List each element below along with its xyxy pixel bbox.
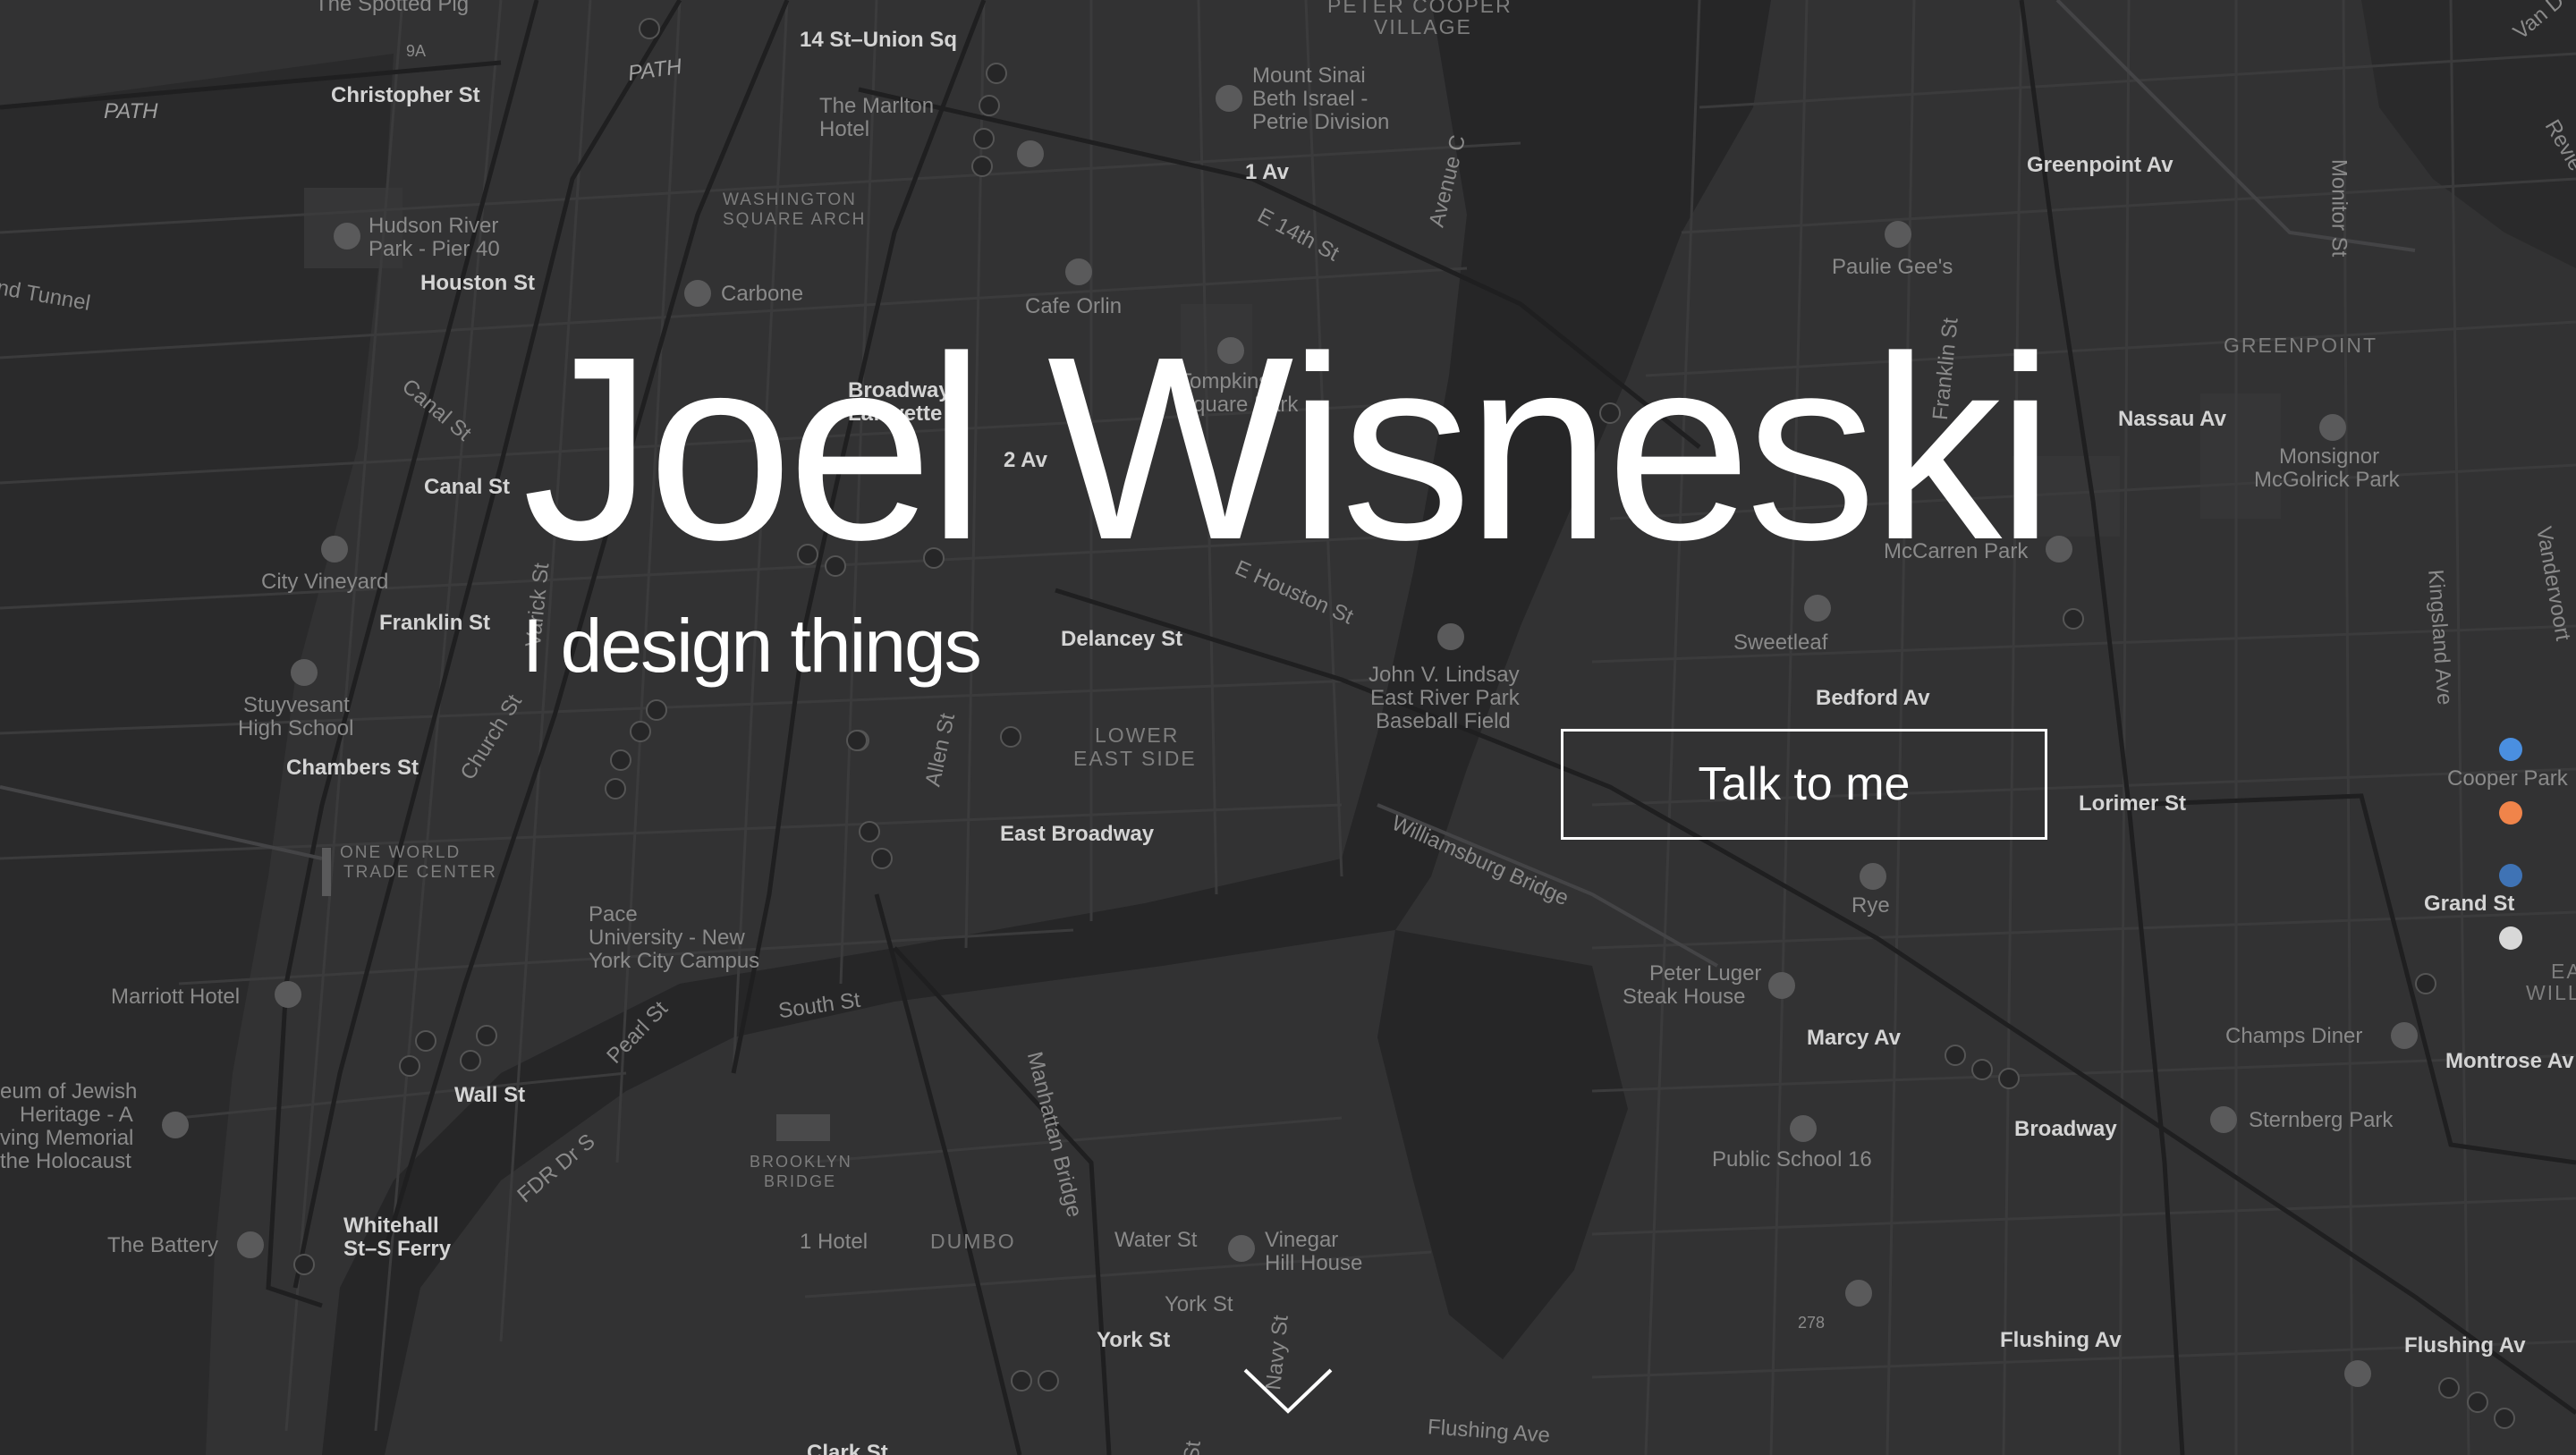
map-label: Hudson River <box>369 214 499 238</box>
map-label: York St <box>1097 1328 1171 1352</box>
section-dot-2[interactable] <box>2499 801 2522 825</box>
map-label: EA <box>2551 960 2576 983</box>
hero-title: Joel Wisneski <box>522 302 2055 594</box>
map-label: Delancey St <box>1061 627 1183 651</box>
map-label: 1 Av <box>1245 160 1289 184</box>
map-label: High School <box>238 716 354 740</box>
map-label: East Broadway <box>1000 822 1155 846</box>
map-label: TRADE CENTER <box>343 863 497 882</box>
map-label: Water St <box>1114 1228 1198 1252</box>
map-label: Marriott Hotel <box>111 985 241 1009</box>
section-dot-4[interactable] <box>2499 926 2522 950</box>
map-label: the Holocaust <box>0 1149 131 1173</box>
map-label: PATH <box>104 99 158 123</box>
map-label: Monsignor <box>2279 444 2380 469</box>
map-label: Champs Diner <box>2225 1024 2363 1048</box>
map-label: Hotel <box>819 117 870 141</box>
map-label: ving Memorial <box>0 1126 134 1150</box>
map-label: Public School 16 <box>1712 1147 1872 1172</box>
map-label: VILLAGE <box>1374 15 1472 38</box>
map-label: Nassau Av <box>2118 407 2226 431</box>
map-label: John V. Lindsay <box>1368 663 1520 687</box>
map-label: Canal St <box>424 475 511 499</box>
hero-subtitle: I design things <box>522 604 982 688</box>
map-label: LOWER <box>1095 723 1180 747</box>
map-label: Petrie Division <box>1252 110 1390 134</box>
map-label: East River Park <box>1370 686 1520 710</box>
talk-to-me-button[interactable]: Talk to me <box>1561 729 2047 840</box>
map-label: Chambers St <box>286 756 419 780</box>
section-dot-1[interactable] <box>2499 738 2522 761</box>
map-label: eum of Jewish <box>0 1079 138 1104</box>
map-label: Broadway <box>2014 1117 2117 1141</box>
chevron-down-icon[interactable] <box>1241 1366 1335 1417</box>
hero-section: The Spotted Pig PETER COOPER VILLAGE 14 … <box>0 0 2576 1455</box>
map-label: DUMBO <box>930 1230 1016 1253</box>
map-label: Baseball Field <box>1376 709 1511 733</box>
map-label: 9A <box>406 42 427 60</box>
map-label: Marcy Av <box>1807 1026 1901 1050</box>
map-label: The Battery <box>107 1233 219 1257</box>
section-dot-3[interactable] <box>2499 864 2522 887</box>
map-label: Pace <box>589 902 638 926</box>
map-label: ONE WORLD <box>340 843 462 862</box>
map-label: York St <box>1165 1292 1233 1316</box>
map-label: Lorimer St <box>2079 791 2187 816</box>
map-label: WASHINGTON <box>723 190 857 209</box>
map-label: 1 Hotel <box>800 1230 869 1254</box>
map-label: Peter Luger <box>1649 961 1762 986</box>
map-label: Sweetleaf <box>1733 630 1828 655</box>
map-label: University - New <box>589 926 745 950</box>
map-label: BRIDGE <box>764 1172 837 1190</box>
map-label: Christopher St <box>331 83 480 107</box>
map-label: St–S Ferry <box>343 1237 452 1261</box>
map-label: SQUARE ARCH <box>723 210 867 229</box>
map-label: 278 <box>1798 1314 1826 1332</box>
map-label: GREENPOINT <box>2224 334 2378 357</box>
map-label: Houston St <box>420 271 535 295</box>
map-label: Mount Sinai <box>1252 63 1366 88</box>
map-label: 14 St–Union Sq <box>800 28 958 52</box>
map-label: Park - Pier 40 <box>369 237 500 261</box>
map-label: Montrose Av <box>2445 1049 2574 1073</box>
map-label: Monitor St <box>2326 158 2351 258</box>
map-label: Steak House <box>1623 985 1746 1009</box>
map-label: Greenpoint Av <box>2027 153 2174 177</box>
map-label: WILLIAM <box>2526 981 2576 1004</box>
map-label: Heritage - A <box>20 1103 133 1127</box>
map-label: Cooper Park <box>2447 766 2568 791</box>
map-label: BROOKLYN <box>750 1153 852 1171</box>
map-label: Whitehall <box>343 1214 439 1238</box>
map-label: Flushing Av <box>2000 1328 2122 1352</box>
map-label: Franklin St <box>379 611 491 635</box>
map-label: The Marlton <box>819 94 935 118</box>
map-label: Grand St <box>2424 892 2515 916</box>
map-label: Hill House <box>1265 1251 1363 1275</box>
map-label: City Vineyard <box>261 570 389 594</box>
map-label: Rye <box>1852 893 1890 918</box>
map-label: The Spotted Pig <box>315 0 470 16</box>
map-label: Bedford Av <box>1816 686 1930 710</box>
map-label: York City Campus <box>589 949 760 973</box>
map-label: EAST SIDE <box>1073 747 1197 770</box>
map-label: Wall St <box>454 1083 526 1107</box>
map-label: St <box>1179 1439 1206 1455</box>
map-label: PETER COOPER <box>1327 0 1513 17</box>
map-label: McGolrick Park <box>2254 468 2400 492</box>
map-label: Sternberg Park <box>2249 1108 2394 1132</box>
map-label: Vinegar <box>1265 1228 1339 1252</box>
map-label: Flushing Av <box>2404 1333 2526 1358</box>
map-label: Paulie Gee's <box>1832 255 1953 279</box>
map-label: Clark St <box>807 1441 888 1455</box>
map-label: Beth Israel - <box>1252 87 1368 111</box>
map-label: Stuyvesant <box>243 693 350 717</box>
